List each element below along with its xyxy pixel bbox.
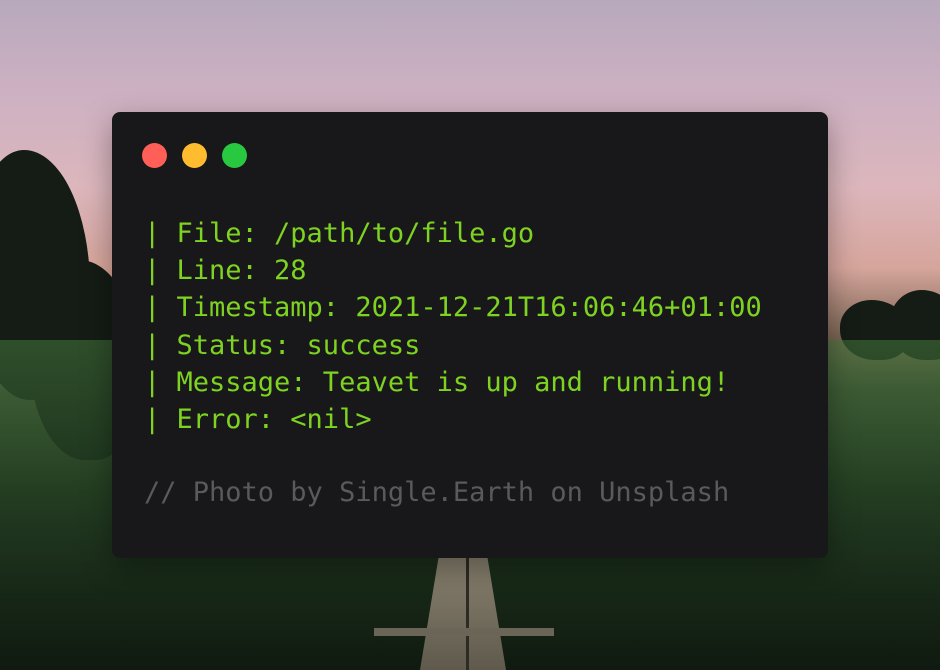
terminal-window: | File: /path/to/file.go | Line: 28 | Ti… [112,112,828,558]
log-line-line: | Line: 28 [144,255,307,287]
zoom-button[interactable] [222,143,247,168]
log-output: | File: /path/to/file.go | Line: 28 | Ti… [144,215,762,438]
log-line-file: | File: /path/to/file.go [144,218,535,249]
log-line-status: | Status: success [144,329,421,361]
window-controls [142,143,247,168]
log-line-timestamp: | Timestamp: 2021-12-21T16:06:46+01:00 [144,292,762,324]
close-button[interactable] [142,143,167,168]
minimize-button[interactable] [182,143,207,168]
log-line-error: | Error: <nil> [144,403,372,435]
photo-credit-comment: // Photo by Single.Earth on Unsplash [144,477,730,508]
log-line-message: | Message: Teavet is up and running! [144,366,730,398]
